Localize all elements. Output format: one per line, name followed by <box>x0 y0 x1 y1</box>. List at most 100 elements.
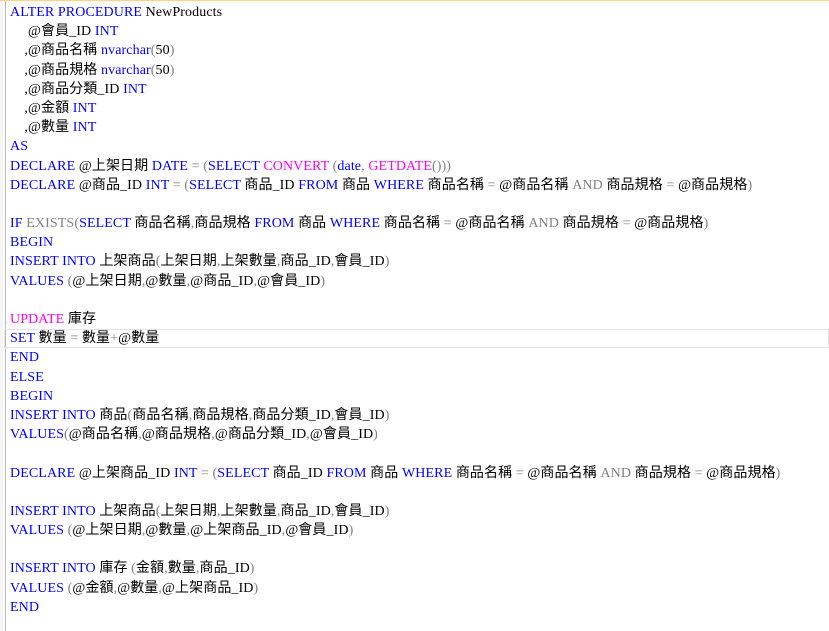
code-token: ) <box>384 503 390 519</box>
code-line[interactable]: UPDATE 庫存 <box>10 310 829 329</box>
code-line[interactable]: INSERT INTO 庫存 (金額,數量,商品_ID) <box>10 559 829 578</box>
code-token: ) <box>384 407 390 423</box>
code-outline-gutter[interactable] <box>5 1 6 631</box>
code-token: = ( <box>188 158 209 174</box>
code-token: @商品規格 <box>630 216 704 232</box>
code-token: 商品_ID <box>280 503 331 519</box>
code-token: END <box>10 599 40 615</box>
code-line[interactable]: ,@數量 INT <box>10 118 829 137</box>
code-token: @數量 <box>145 523 187 539</box>
code-token: 商品規格 <box>558 216 623 232</box>
code-token: VALUES <box>10 523 65 539</box>
code-token: 上架數量 <box>220 254 277 270</box>
code-token: @商品分類_ID <box>214 427 307 443</box>
code-token: 上架日期 <box>160 503 217 519</box>
code-line[interactable]: @會員_ID INT <box>10 22 829 41</box>
code-line[interactable]: DECLARE @上架商品_ID INT = (SELECT 商品_ID FRO… <box>10 464 829 483</box>
code-token: ) <box>253 580 259 596</box>
code-line[interactable]: INSERT INTO 上架商品(上架日期,上架數量,商品_ID,會員_ID) <box>10 252 829 271</box>
code-token: FROM <box>298 177 339 193</box>
code-token: 數量 <box>167 561 196 577</box>
code-line[interactable]: BEGIN <box>10 387 829 406</box>
code-token: @上架商品_ID <box>162 580 254 596</box>
code-token: SET <box>10 331 35 347</box>
code-token: ,@數量 <box>10 120 73 136</box>
code-token: @商品規格 <box>674 177 748 193</box>
code-token: 商品名稱 <box>130 216 191 232</box>
code-token: ) <box>320 273 326 289</box>
code-token: @上架日期 <box>75 158 152 174</box>
code-line[interactable]: END <box>10 598 829 617</box>
code-line[interactable]: INSERT INTO 商品(商品名稱,商品規格,商品分類_ID,會員_ID) <box>10 406 829 425</box>
code-line[interactable]: VALUES (@上架日期,@數量,@商品_ID,@會員_ID) <box>10 272 829 291</box>
code-token: INT <box>123 81 147 97</box>
code-token: 商品名稱 <box>132 407 189 423</box>
code-line[interactable]: VALUES (@上架日期,@數量,@上架商品_ID,@會員_ID) <box>10 521 829 540</box>
code-token: @會員_ID <box>285 523 349 539</box>
code-token: DECLARE <box>10 465 76 481</box>
code-token: @商品名稱 <box>523 465 601 481</box>
code-line[interactable]: END <box>10 348 829 367</box>
code-line[interactable]: BEGIN <box>10 233 829 252</box>
code-line[interactable]: ,@金額 INT <box>10 99 829 118</box>
code-line[interactable]: INSERT INTO 上架商品(上架日期,上架數量,商品_ID,會員_ID) <box>10 502 829 521</box>
code-lines[interactable]: ALTER PROCEDURE NewProducts @會員_ID INT ,… <box>4 3 829 617</box>
code-token: INTO <box>62 407 96 423</box>
code-line[interactable]: ​ <box>10 483 829 502</box>
code-line[interactable]: ​ <box>10 444 829 463</box>
code-token: DECLARE <box>10 177 76 193</box>
code-token: = ( <box>197 465 218 481</box>
code-line[interactable]: SET 數量 = 數量+@數量 <box>4 329 829 349</box>
code-token: ,@商品規格 <box>10 62 101 78</box>
code-line[interactable]: ,@商品規格 nvarchar(50) <box>10 61 829 80</box>
code-token: ELSE <box>10 369 44 385</box>
code-token: INSERT <box>10 407 59 423</box>
code-token: ) <box>747 177 753 193</box>
code-token: @商品規格 <box>141 427 212 443</box>
code-token: 商品 <box>95 407 128 423</box>
code-line[interactable]: ​ <box>10 540 829 559</box>
code-line[interactable]: DECLARE @上架日期 DATE = (SELECT CONVERT (da… <box>10 157 829 176</box>
code-token: DATE <box>151 158 189 174</box>
code-line[interactable]: ,@商品名稱 nvarchar(50) <box>10 41 829 60</box>
code-line[interactable]: VALUES(@商品名稱,@商品規格,@商品分類_ID,@會員_ID) <box>10 425 829 444</box>
code-token: 商品規格 <box>631 465 695 481</box>
code-token: 商品_ID <box>240 177 299 193</box>
code-token: EXISTS( <box>26 216 80 232</box>
code-token: 50 <box>155 43 170 59</box>
code-token: 商品規格 <box>602 177 667 193</box>
code-line[interactable]: ELSE <box>10 368 829 387</box>
sql-code-editor[interactable]: ALTER PROCEDURE NewProducts @會員_ID INT ,… <box>0 0 829 631</box>
code-token: INTO <box>62 254 96 270</box>
code-line[interactable]: IF EXISTS(SELECT 商品名稱,商品規格 FROM 商品 WHERE… <box>10 214 829 233</box>
code-token: 50 <box>155 62 170 78</box>
code-token: INT <box>94 24 119 40</box>
code-token: 上架商品 <box>95 503 156 519</box>
code-token: ,@商品分類_ID <box>10 81 124 97</box>
code-token: ) <box>703 216 709 232</box>
code-token: UPDATE <box>10 312 65 327</box>
code-line[interactable]: ,@商品分類_ID INT <box>10 80 829 99</box>
code-token: = <box>622 216 631 232</box>
code-token: VALUES <box>10 427 65 443</box>
code-token: @商品名稱 <box>495 177 573 193</box>
code-token: 商品 <box>338 177 374 193</box>
code-token: @數量 <box>118 331 160 347</box>
code-line[interactable]: AS <box>10 137 829 156</box>
code-token: AND <box>528 216 559 232</box>
code-token: @會員_ID <box>309 427 374 443</box>
code-line[interactable]: ALTER PROCEDURE NewProducts <box>10 3 829 22</box>
code-token: = <box>487 177 496 193</box>
code-line[interactable]: VALUES (@金額,@數量,@上架商品_ID) <box>10 579 829 598</box>
code-token: INTO <box>62 561 96 577</box>
code-line[interactable]: ​ <box>10 291 829 310</box>
code-token: AND <box>572 177 603 193</box>
code-token: AS <box>10 139 29 155</box>
code-line[interactable]: ​ <box>10 195 829 214</box>
code-token: 上架商品 <box>95 254 156 270</box>
code-token: CONVERT <box>263 158 330 174</box>
code-token: ) <box>384 254 390 270</box>
code-line[interactable]: DECLARE @商品_ID INT = (SELECT 商品_ID FROM … <box>10 176 829 195</box>
code-token: ,@金額 <box>10 100 73 116</box>
code-token: ) <box>249 561 255 577</box>
